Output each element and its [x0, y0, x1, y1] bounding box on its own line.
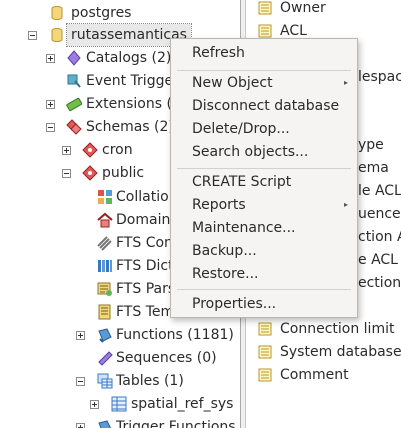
menu-item-refresh[interactable]: Refresh — [171, 42, 357, 64]
expand-toggle[interactable] — [76, 423, 85, 428]
menu-item-delete-drop[interactable]: Delete/Drop... — [171, 118, 357, 140]
property-row[interactable]: Owner — [246, 0, 401, 19]
expand-toggle[interactable] — [46, 100, 55, 109]
property-row[interactable]: Comment — [246, 364, 401, 386]
collapse-toggle[interactable] — [28, 31, 37, 40]
collation-icon — [98, 190, 112, 204]
collapse-toggle[interactable] — [76, 377, 85, 386]
fts-template-icon — [98, 304, 111, 320]
fts-configuration-icon — [97, 236, 112, 251]
collapse-toggle[interactable] — [62, 169, 71, 178]
property-icon — [258, 368, 272, 382]
menu-item-backup[interactable]: Backup... — [171, 240, 357, 262]
menu-separator — [177, 289, 351, 290]
menu-item-maintenance[interactable]: Maintenance... — [171, 217, 357, 239]
fts-dictionary-icon — [98, 260, 112, 272]
context-menu: Refresh New Object ▸ Disconnect database… — [170, 38, 358, 318]
tree-item-tables[interactable]: Tables (1) — [0, 370, 240, 392]
extension-icon — [66, 97, 82, 112]
expand-toggle[interactable] — [76, 331, 85, 340]
fts-parser-icon — [97, 282, 112, 296]
catalog-icon — [67, 50, 81, 66]
menu-item-restore[interactable]: Restore... — [171, 263, 357, 285]
database-icon — [51, 28, 63, 43]
menu-separator — [177, 70, 351, 71]
expand-toggle[interactable] — [46, 54, 55, 63]
database-icon — [51, 6, 63, 21]
submenu-arrow-icon: ▸ — [343, 78, 348, 87]
property-row[interactable]: Connection limit — [246, 318, 401, 340]
tables-icon — [97, 373, 113, 389]
trigger-function-icon — [98, 420, 112, 428]
submenu-arrow-icon: ▸ — [343, 200, 348, 209]
menu-item-create-script[interactable]: CREATE Script — [171, 171, 357, 193]
expand-toggle[interactable] — [62, 146, 71, 155]
event-trigger-icon — [67, 74, 81, 88]
domain-icon — [97, 212, 113, 228]
property-row[interactable]: System database? — [246, 341, 401, 363]
property-icon — [258, 24, 272, 38]
tree-item-trigger-functions[interactable]: Trigger Functions — [0, 416, 240, 428]
property-icon — [258, 1, 272, 15]
sequence-icon — [98, 351, 113, 366]
menu-item-disconnect-database[interactable]: Disconnect database — [171, 95, 357, 117]
schema-icon — [82, 165, 98, 181]
menu-item-reports[interactable]: Reports ▸ — [171, 194, 357, 216]
expand-toggle[interactable] — [90, 400, 99, 409]
collapse-toggle[interactable] — [46, 123, 55, 132]
table-icon — [111, 396, 127, 412]
menu-item-search-objects[interactable]: Search objects... — [171, 141, 357, 163]
property-icon — [258, 322, 272, 336]
menu-separator — [177, 168, 351, 169]
schemas-icon — [66, 119, 82, 135]
tree-item-spatial-ref-sys[interactable]: spatial_ref_sys — [0, 393, 240, 415]
tree-item-functions[interactable]: Functions (1181) — [0, 324, 240, 346]
function-icon — [98, 328, 112, 343]
property-icon — [258, 345, 272, 359]
tree-item-postgres[interactable]: postgres — [0, 2, 240, 24]
menu-item-new-object[interactable]: New Object ▸ — [171, 72, 357, 94]
menu-item-properties[interactable]: Properties... — [171, 293, 357, 315]
schema-icon — [82, 142, 98, 158]
tree-item-sequences[interactable]: Sequences (0) — [0, 347, 240, 369]
